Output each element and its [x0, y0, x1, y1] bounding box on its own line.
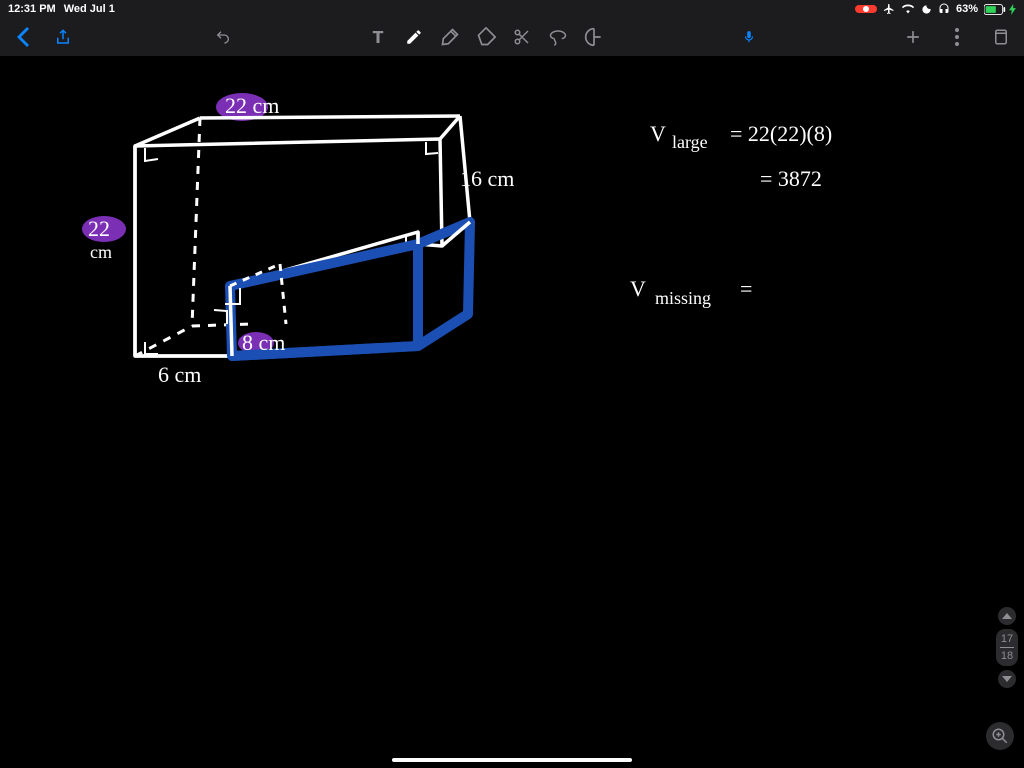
- dimension-right: 16 cm: [460, 166, 514, 191]
- text-tool-button[interactable]: [367, 26, 389, 48]
- page-down-button[interactable]: [998, 670, 1016, 688]
- screen-recording-indicator[interactable]: [855, 5, 877, 13]
- page-up-button[interactable]: [998, 607, 1016, 625]
- current-page: 17: [1000, 633, 1014, 645]
- dimension-top: 22 cm: [225, 93, 279, 118]
- svg-text:missing: missing: [655, 288, 711, 308]
- svg-text:V: V: [650, 121, 666, 146]
- total-pages: 18: [1000, 650, 1014, 662]
- drawing-canvas[interactable]: 22 cm 16 cm 22 cm 8 cm 6 cm V large = 22…: [0, 56, 1024, 768]
- page-indicator[interactable]: 17 18: [996, 629, 1018, 666]
- dimension-left: 22: [88, 216, 110, 241]
- svg-text:= 22(22)(8): = 22(22)(8): [730, 121, 832, 146]
- undo-button[interactable]: [212, 26, 234, 48]
- more-button[interactable]: [946, 26, 968, 48]
- handwritten-drawing: 22 cm 16 cm 22 cm 8 cm 6 cm V large = 22…: [0, 56, 1024, 768]
- back-button[interactable]: [12, 26, 34, 48]
- svg-text:V: V: [630, 276, 646, 301]
- airplane-mode-icon: [883, 3, 895, 15]
- app-toolbar: [0, 18, 1024, 56]
- add-button[interactable]: [902, 26, 924, 48]
- cut-tool-button[interactable]: [511, 26, 533, 48]
- status-bar: 12:31 PM Wed Jul 1 63%: [0, 0, 1024, 18]
- pages-button[interactable]: [990, 26, 1012, 48]
- svg-text:= 3872: = 3872: [760, 166, 822, 191]
- status-time: 12:31 PM: [8, 3, 56, 15]
- charging-icon: [1009, 4, 1016, 15]
- highlighter-tool-button[interactable]: [439, 26, 461, 48]
- battery-percent: 63%: [956, 3, 978, 15]
- dimension-bottom: 6 cm: [158, 362, 201, 387]
- ruler-tool-button[interactable]: [583, 26, 605, 48]
- share-button[interactable]: [52, 26, 74, 48]
- zoom-in-button[interactable]: [986, 722, 1014, 750]
- lasso-tool-button[interactable]: [547, 26, 569, 48]
- dimension-left-unit: cm: [90, 242, 112, 262]
- status-date: Wed Jul 1: [64, 3, 115, 15]
- equation-vlarge: V large = 22(22)(8) = 3872: [650, 121, 832, 191]
- battery-icon: [984, 4, 1006, 15]
- svg-text:=: =: [740, 276, 752, 301]
- headphones-icon: [938, 3, 950, 15]
- equation-vmissing: V missing =: [630, 276, 752, 308]
- eraser-tool-button[interactable]: [475, 26, 497, 48]
- pen-tool-button[interactable]: [403, 26, 425, 48]
- page-navigator: 17 18: [996, 607, 1018, 688]
- svg-text:large: large: [672, 132, 708, 152]
- home-indicator[interactable]: [392, 758, 632, 762]
- dnd-moon-icon: [921, 4, 932, 15]
- wifi-icon: [901, 3, 915, 15]
- dimension-inner: 8 cm: [242, 330, 285, 355]
- microphone-button[interactable]: [738, 26, 760, 48]
